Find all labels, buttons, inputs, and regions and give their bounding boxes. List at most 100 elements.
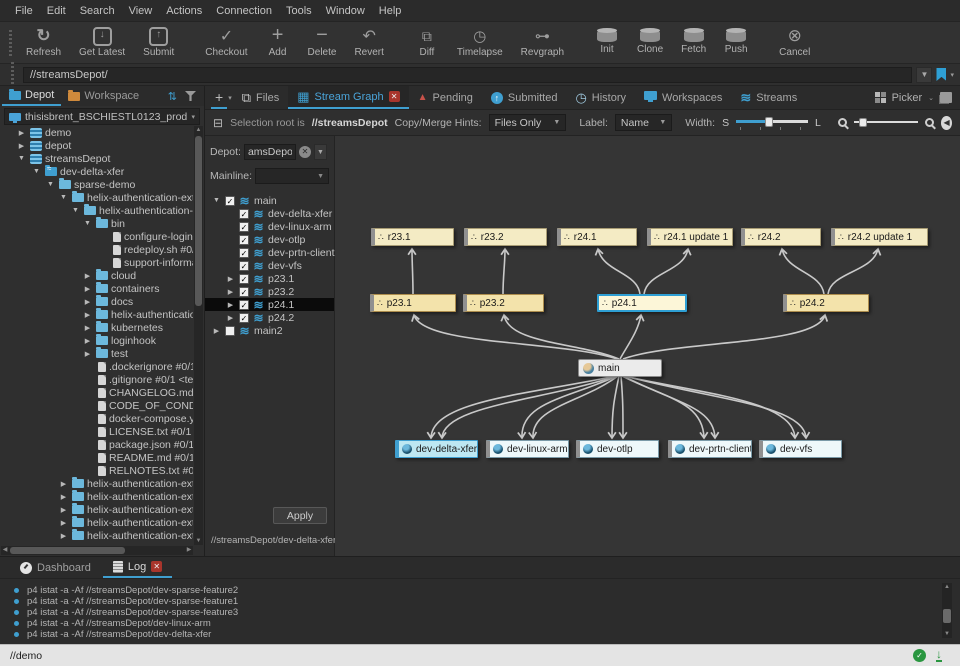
- scroll-up-icon[interactable]: ▲: [194, 126, 203, 134]
- toolbar-grip[interactable]: [9, 29, 12, 56]
- tree-row[interactable]: docs: [0, 295, 193, 308]
- log-entry[interactable]: p4 istat -a -Af //streamsDepot/dev-delta…: [14, 629, 960, 640]
- tree-row[interactable]: helix-authentication-extension: [0, 503, 193, 516]
- toolbar-button[interactable]: Timelapse: [448, 26, 512, 60]
- stream-checkbox[interactable]: [239, 286, 249, 297]
- tree-row[interactable]: CHANGELOG.md #0/1: [0, 386, 193, 399]
- toolbar-button[interactable]: Checkout: [196, 26, 256, 60]
- view-tab[interactable]: Submitted: [482, 86, 567, 109]
- expand-arrow-icon[interactable]: [82, 311, 93, 319]
- view-tab[interactable]: Stream Graph: [288, 86, 409, 109]
- scrollbar-handle[interactable]: [195, 136, 202, 306]
- stream-checkbox[interactable]: [239, 208, 249, 219]
- toolbar-button[interactable]: Diff: [406, 26, 448, 60]
- slider-handle[interactable]: [764, 117, 773, 127]
- stream-filter-row[interactable]: dev-linux-arm: [205, 220, 334, 233]
- zoom-out-icon[interactable]: [837, 118, 847, 127]
- menu-item[interactable]: File: [8, 5, 40, 17]
- stream-filter-row[interactable]: dev-prtn-client: [205, 246, 335, 259]
- tree-row[interactable]: demo: [0, 126, 193, 139]
- tree-row[interactable]: .gitignore #0/1 <text>: [0, 373, 193, 386]
- toolbar-button[interactable]: Get Latest: [70, 26, 134, 60]
- clear-icon[interactable]: ✕: [298, 146, 311, 158]
- toolbar-button[interactable]: Add: [257, 26, 299, 60]
- view-tab[interactable]: Pending: [409, 86, 482, 109]
- tree-row[interactable]: cloud: [0, 269, 193, 282]
- stream-node[interactable]: dev-prtn-client: [668, 440, 752, 458]
- expand-arrow-icon[interactable]: [82, 272, 93, 280]
- stream-checkbox[interactable]: [239, 260, 249, 271]
- expand-arrow-icon[interactable]: [70, 207, 81, 214]
- toolbar-button[interactable]: Revert: [345, 26, 392, 60]
- sort-icon[interactable]: ⇅: [168, 90, 177, 103]
- add-tab-chevron-icon[interactable]: ▾: [228, 94, 232, 102]
- stream-filter-row[interactable]: dev-delta-xfer: [205, 207, 334, 220]
- toolbar-button[interactable]: Push: [715, 28, 757, 57]
- tree-row[interactable]: helix-authentication-extension: [0, 516, 193, 529]
- tree-row[interactable]: helix-authentication-ex: [0, 308, 193, 321]
- stream-checkbox[interactable]: [239, 312, 249, 323]
- view-tab[interactable]: History: [566, 86, 635, 109]
- scroll-left-icon[interactable]: ◀: [1, 546, 9, 555]
- tree-row[interactable]: sparse-demo: [0, 178, 193, 191]
- expand-arrow-icon[interactable]: [31, 168, 42, 175]
- address-input[interactable]: [23, 66, 913, 83]
- expand-arrow-icon[interactable]: [211, 327, 222, 335]
- tree-row[interactable]: depot: [0, 139, 193, 152]
- expand-arrow-icon[interactable]: [58, 532, 69, 540]
- expand-arrow-icon[interactable]: [58, 493, 69, 501]
- tree-row[interactable]: bin: [0, 217, 193, 230]
- tree-row[interactable]: docker-compose.yml #: [0, 412, 193, 425]
- menu-item[interactable]: Help: [372, 5, 409, 17]
- tree-row[interactable]: test: [0, 347, 193, 360]
- tree-row[interactable]: streamsDepot: [0, 152, 193, 165]
- stream-node[interactable]: r24.2: [741, 228, 821, 246]
- stream-node[interactable]: p24.1: [597, 294, 687, 312]
- tree-row[interactable]: helix-authentication-extension: [0, 191, 193, 204]
- stream-node[interactable]: r23.1: [371, 228, 454, 246]
- stream-node[interactable]: dev-otlp: [576, 440, 659, 458]
- menu-item[interactable]: Connection: [209, 5, 279, 17]
- tree-row[interactable]: configure-login-ho: [0, 230, 193, 243]
- main-stream-node[interactable]: main: [578, 359, 662, 377]
- apply-button[interactable]: Apply: [273, 507, 327, 524]
- close-tab-icon[interactable]: [151, 561, 163, 572]
- depot-tree-vertical-scrollbar[interactable]: ▲ ▼: [194, 126, 203, 545]
- toolbar-button[interactable]: Delete: [299, 26, 346, 60]
- stream-checkbox[interactable]: [225, 325, 235, 336]
- zoom-slider[interactable]: [853, 115, 919, 130]
- expand-arrow-icon[interactable]: [82, 285, 93, 293]
- toolbar-button[interactable]: Cancel: [770, 26, 819, 60]
- menu-item[interactable]: Search: [73, 5, 122, 17]
- stream-checkbox[interactable]: [239, 273, 249, 284]
- expand-arrow-icon[interactable]: [82, 337, 93, 345]
- tab-log[interactable]: Log: [102, 557, 173, 578]
- workspace-selector[interactable]: thisisbrent_BSCHIESTL0123_productA_r24.2…: [4, 108, 200, 125]
- stream-filter-row[interactable]: dev-vfs: [205, 259, 334, 272]
- expand-arrow-icon[interactable]: [211, 197, 222, 204]
- stream-filter-row[interactable]: p23.1: [205, 272, 334, 285]
- scroll-down-icon[interactable]: ▼: [194, 537, 203, 545]
- tree-row[interactable]: kubernetes: [0, 321, 193, 334]
- slider-handle[interactable]: [859, 118, 868, 127]
- stream-node[interactable]: p24.2: [783, 294, 869, 312]
- expand-arrow-icon[interactable]: [82, 350, 93, 358]
- bookmark-chevron-icon[interactable]: ▾: [950, 71, 954, 79]
- depot-tree-horizontal-scrollbar[interactable]: ◀ ▶: [1, 546, 193, 555]
- view-tab[interactable]: Streams: [731, 86, 806, 109]
- stream-node[interactable]: dev-vfs: [759, 440, 842, 458]
- scroll-down-icon[interactable]: ▼: [942, 630, 952, 638]
- log-entry[interactable]: p4 istat -a -Af //streamsDepot/dev-spars…: [14, 607, 960, 618]
- scroll-up-icon[interactable]: ▲: [942, 583, 952, 591]
- tab-depot[interactable]: Depot: [2, 86, 62, 106]
- toolbar-button[interactable]: Init: [586, 28, 628, 57]
- toolbar-button[interactable]: Submit: [134, 26, 183, 60]
- tree-row[interactable]: CODE_OF_CONDUCT.m: [0, 399, 193, 412]
- stream-node[interactable]: r24.1 update 1: [647, 228, 733, 246]
- node-width-slider[interactable]: [736, 115, 809, 130]
- tree-row[interactable]: containers: [0, 282, 193, 295]
- collapse-panel-button[interactable]: ◀: [941, 115, 952, 130]
- toolbar-button[interactable]: Fetch: [672, 28, 715, 57]
- filter-icon[interactable]: [185, 91, 196, 101]
- view-tab[interactable]: Files: [233, 86, 289, 109]
